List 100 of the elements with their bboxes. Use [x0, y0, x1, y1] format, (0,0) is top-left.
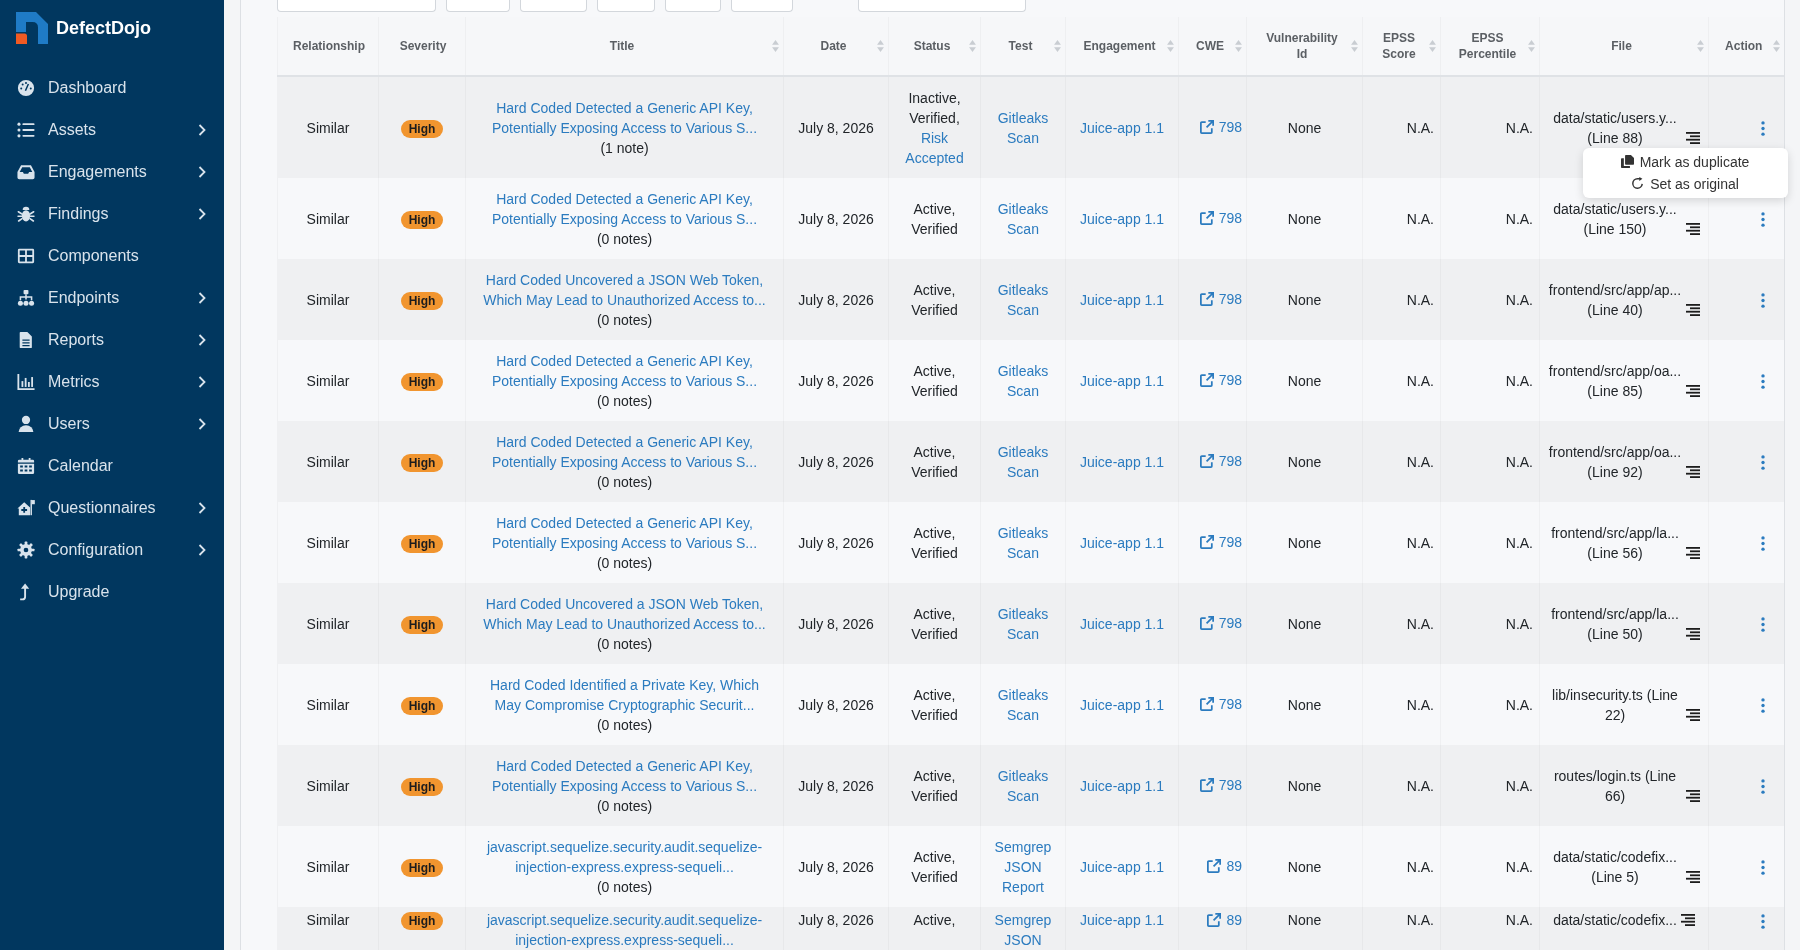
column-header[interactable]: EPSS Score: [1362, 17, 1441, 76]
cwe-link[interactable]: 798: [1199, 116, 1242, 137]
engagement-link[interactable]: Juice-app 1.1: [1079, 615, 1165, 632]
engagement-link[interactable]: Juice-app 1.1: [1079, 453, 1165, 470]
kebab-menu-icon[interactable]: [1760, 293, 1765, 309]
kebab-menu-icon[interactable]: [1760, 698, 1765, 714]
engagement-link[interactable]: Juice-app 1.1: [1079, 210, 1165, 227]
column-header[interactable]: CWE: [1178, 17, 1247, 76]
column-header[interactable]: File: [1539, 17, 1709, 76]
finding-title-link[interactable]: Hard Coded Detected a Generic API Key, Potentially Exposing Access to Various S...: [478, 350, 771, 391]
sidebar-item[interactable]: Dashboard: [0, 67, 224, 109]
test-link[interactable]: Gitleaks Scan: [989, 107, 1057, 148]
finding-title-link[interactable]: Hard Coded Uncovered a JSON Web Token, Which May Lead to Unauthorized Access to...: [478, 593, 771, 634]
kebab-menu-icon[interactable]: [1760, 860, 1765, 876]
filter-input-field[interactable]: [731, 0, 793, 12]
column-header[interactable]: Vulnerability Id: [1246, 17, 1363, 76]
kebab-menu-icon[interactable]: [1760, 779, 1765, 795]
text-lines-icon[interactable]: [1686, 870, 1700, 883]
engagement-link[interactable]: Juice-app 1.1: [1079, 696, 1165, 713]
finding-title-link[interactable]: Hard Coded Identified a Private Key, Which May Compromise Cryptographic Securit...: [478, 674, 771, 715]
text-lines-icon[interactable]: [1686, 222, 1700, 235]
column-header[interactable]: Status: [888, 17, 981, 76]
engagement-link[interactable]: Juice-app 1.1: [1079, 858, 1165, 875]
text-lines-icon[interactable]: [1686, 384, 1700, 397]
finding-title-link[interactable]: Hard Coded Detected a Generic API Key, Potentially Exposing Access to Various S...: [478, 512, 771, 553]
test-link[interactable]: Gitleaks Scan: [989, 198, 1057, 239]
cwe-link[interactable]: 798: [1199, 207, 1242, 228]
kebab-menu-icon[interactable]: [1760, 212, 1765, 228]
sidebar-item[interactable]: Findings: [0, 193, 224, 235]
finding-title-link[interactable]: javascript.sequelize.security.audit.sequelize-injection-express.express-sequeli...: [478, 836, 771, 877]
dropdown-item[interactable]: Mark as duplicate: [1582, 150, 1788, 173]
kebab-menu-icon[interactable]: [1760, 617, 1765, 633]
sidebar-item[interactable]: Reports: [0, 319, 224, 361]
cwe-link[interactable]: 89: [1207, 910, 1242, 930]
column-header[interactable]: Test: [980, 17, 1066, 76]
column-header[interactable]: EPSS Percentile: [1440, 17, 1540, 76]
cwe-link[interactable]: 798: [1199, 450, 1242, 471]
sidebar-item[interactable]: Calendar: [0, 445, 224, 487]
text-lines-icon[interactable]: [1686, 546, 1700, 559]
column-header[interactable]: Title: [465, 17, 784, 76]
kebab-menu-icon[interactable]: [1760, 536, 1765, 552]
finding-title-link[interactable]: Hard Coded Detected a Generic API Key, Potentially Exposing Access to Various S...: [478, 755, 771, 796]
test-link[interactable]: Gitleaks Scan: [989, 360, 1057, 401]
text-lines-icon[interactable]: [1686, 303, 1700, 316]
filter-input-field[interactable]: [665, 0, 721, 12]
finding-title-link[interactable]: Hard Coded Detected a Generic API Key, Potentially Exposing Access to Various S...: [478, 188, 771, 229]
dropdown-item[interactable]: Set as original: [1582, 172, 1788, 195]
column-header[interactable]: Date: [783, 17, 889, 76]
finding-title-link[interactable]: Hard Coded Detected a Generic API Key, Potentially Exposing Access to Various S...: [478, 97, 771, 138]
test-link[interactable]: Gitleaks Scan: [989, 603, 1057, 644]
sidebar-item[interactable]: Assets: [0, 109, 224, 151]
kebab-menu-icon[interactable]: [1760, 121, 1765, 137]
filter-input-field[interactable]: [446, 0, 510, 12]
cwe-link[interactable]: 798: [1199, 612, 1242, 633]
sidebar-item[interactable]: Configuration: [0, 529, 224, 571]
cwe-link[interactable]: 89: [1207, 855, 1242, 876]
engagement-link[interactable]: Juice-app 1.1: [1079, 534, 1165, 551]
filter-input-field[interactable]: [520, 0, 587, 12]
test-link[interactable]: Semgrep JSON: [989, 910, 1057, 950]
finding-title-link[interactable]: Hard Coded Detected a Generic API Key, Potentially Exposing Access to Various S...: [478, 431, 771, 472]
test-link[interactable]: Semgrep JSON Report: [989, 836, 1057, 897]
status-link[interactable]: Risk Accepted: [897, 127, 972, 168]
kebab-menu-icon[interactable]: [1760, 455, 1765, 471]
engagement-link[interactable]: Juice-app 1.1: [1079, 777, 1165, 794]
sidebar-item[interactable]: Upgrade: [0, 571, 224, 613]
text-lines-icon[interactable]: [1686, 708, 1700, 721]
test-link[interactable]: Gitleaks Scan: [989, 441, 1057, 482]
test-link[interactable]: Gitleaks Scan: [989, 765, 1057, 806]
kebab-menu-icon[interactable]: [1760, 374, 1765, 390]
text-lines-icon[interactable]: [1686, 789, 1700, 802]
sidebar-item[interactable]: Endpoints: [0, 277, 224, 319]
sidebar-item[interactable]: Components: [0, 235, 224, 277]
sidebar-item[interactable]: Engagements: [0, 151, 224, 193]
text-lines-icon[interactable]: [1686, 627, 1700, 640]
cwe-link[interactable]: 798: [1199, 774, 1242, 795]
filter-input-field[interactable]: [597, 0, 655, 12]
kebab-menu-icon[interactable]: [1760, 913, 1765, 929]
cwe-link[interactable]: 798: [1199, 369, 1242, 390]
text-lines-icon[interactable]: [1686, 465, 1700, 478]
text-lines-icon[interactable]: [1686, 131, 1700, 144]
text-lines-icon[interactable]: [1680, 914, 1695, 926]
test-link[interactable]: Gitleaks Scan: [989, 684, 1057, 725]
sidebar-item[interactable]: Questionnaires: [0, 487, 224, 529]
sidebar-item[interactable]: Users: [0, 403, 224, 445]
sidebar-item[interactable]: Metrics: [0, 361, 224, 403]
test-link[interactable]: Gitleaks Scan: [989, 279, 1057, 320]
filter-input-field[interactable]: [858, 0, 1026, 12]
column-header[interactable]: Engagement: [1065, 17, 1179, 76]
engagement-link[interactable]: Juice-app 1.1: [1079, 912, 1165, 928]
cwe-link[interactable]: 798: [1199, 531, 1242, 552]
engagement-link[interactable]: Juice-app 1.1: [1079, 372, 1165, 389]
filter-input-field[interactable]: [277, 0, 436, 12]
engagement-link[interactable]: Juice-app 1.1: [1079, 119, 1165, 136]
finding-title-link[interactable]: javascript.sequelize.security.audit.sequelize-injection-express.express-sequeli...: [478, 910, 771, 950]
finding-title-link[interactable]: Hard Coded Uncovered a JSON Web Token, Which May Lead to Unauthorized Access to...: [478, 269, 771, 310]
engagement-link[interactable]: Juice-app 1.1: [1079, 291, 1165, 308]
cwe-link[interactable]: 798: [1199, 288, 1242, 309]
column-header[interactable]: Action: [1708, 17, 1784, 76]
test-link[interactable]: Gitleaks Scan: [989, 522, 1057, 563]
cwe-link[interactable]: 798: [1199, 693, 1242, 714]
